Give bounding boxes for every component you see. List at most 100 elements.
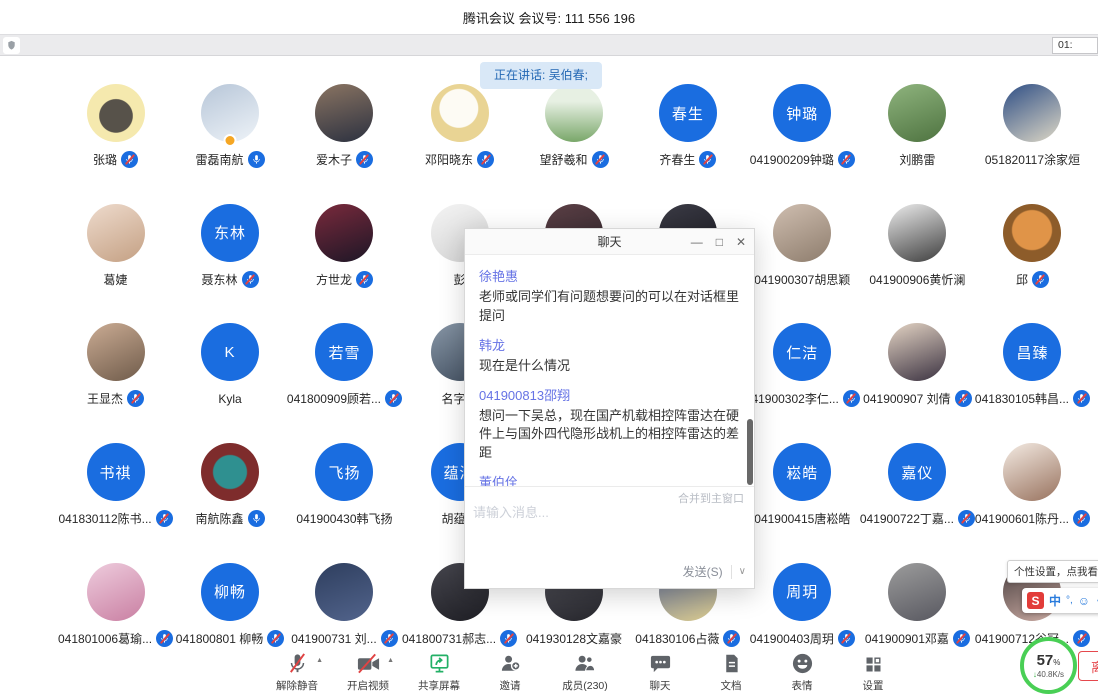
participant-tile[interactable]: 书祺 041830112陈书... xyxy=(58,443,173,563)
participant-name: 041900907 刘倩 xyxy=(863,390,950,407)
participant-tile[interactable]: 望舒羲和 xyxy=(517,84,631,204)
participant-tile[interactable]: 嘉仪 041900722丁嘉... xyxy=(860,443,975,563)
participant-tile[interactable]: 爱木子 xyxy=(287,84,402,204)
bottom-toolbar: 解除静音 ▲ 开启视频 ▲ 共享屏幕 邀请 成员(230) 聊天 xyxy=(268,650,902,693)
participant-name-row: 聂东林 xyxy=(201,271,258,288)
participant-tile[interactable]: 葛婕 xyxy=(58,204,173,324)
mic-status-icon xyxy=(843,390,860,407)
ime-toolbar: S 中 °, ☺ xyxy=(1022,588,1098,613)
participant-tile[interactable]: 昌臻 041830105韩昌... xyxy=(975,323,1090,443)
participant-name: 041900731 刘... xyxy=(291,630,376,647)
participant-tile[interactable]: 方世龙 xyxy=(287,204,402,324)
chat-window-controls: — □ ✕ xyxy=(691,229,746,255)
emoji-button[interactable]: 表情 xyxy=(773,650,831,693)
participant-tile[interactable]: 041900307胡思颖 xyxy=(745,204,860,324)
chat-message-sender[interactable]: 董伯佺 xyxy=(479,472,740,486)
mic-status-icon xyxy=(838,151,855,168)
participant-tile[interactable]: 041900601陈丹... xyxy=(975,443,1090,563)
sogou-logo-icon[interactable]: S xyxy=(1027,592,1044,609)
participant-name: 041801006葛瑜... xyxy=(58,630,152,647)
merge-to-main-window-link[interactable]: 合并到主窗口 xyxy=(678,490,744,506)
mic-status-icon xyxy=(592,151,609,168)
maximize-icon[interactable]: □ xyxy=(716,236,723,248)
participant-tile[interactable]: 崧皓 041900415唐崧皓 xyxy=(745,443,860,563)
participant-tile[interactable]: 东林 聂东林 xyxy=(173,204,287,324)
chat-message-sender[interactable]: 韩龙 xyxy=(479,335,740,354)
avatar-initials: 周玥 xyxy=(786,581,818,602)
invite-button[interactable]: 邀请 xyxy=(481,650,539,693)
avatar: 若雪 xyxy=(315,323,373,381)
participant-name: 041830112陈书... xyxy=(58,510,151,527)
participant-tile[interactable]: 张璐 xyxy=(58,84,173,204)
participant-tile[interactable]: 刘鹏雷 xyxy=(860,84,975,204)
avatar: 春生 xyxy=(659,84,717,142)
shield-icon[interactable] xyxy=(3,37,20,54)
chat-scrollbar-thumb[interactable] xyxy=(747,419,753,485)
ime-punct-toggle[interactable]: °, xyxy=(1066,596,1073,606)
minimize-icon[interactable]: — xyxy=(691,236,703,248)
members-button[interactable]: 成员(230) xyxy=(552,650,618,693)
send-button[interactable]: 发送(S) xyxy=(683,563,731,580)
participant-tile[interactable]: 仁洁 041900302李仁... xyxy=(745,323,860,443)
participant-name-row: 041800909顾若... xyxy=(287,390,402,407)
network-quality-widget[interactable]: 57% ↓40.8K/s xyxy=(1020,637,1077,694)
participant-name-row: 041900415唐崧皓 xyxy=(754,510,850,527)
participant-tile[interactable]: 飞扬 041900430韩飞扬 xyxy=(287,443,402,563)
avatar xyxy=(201,443,259,501)
video-options-caret-icon[interactable]: ▲ xyxy=(387,657,394,664)
close-icon[interactable]: ✕ xyxy=(736,236,746,248)
participant-tile[interactable]: 钟璐 041900209钟璐 xyxy=(745,84,860,204)
participant-name-row: 041830105韩昌... xyxy=(975,390,1090,407)
chat-message-input[interactable] xyxy=(473,505,723,520)
participant-tile[interactable]: 041900907 刘倩 xyxy=(860,323,975,443)
chat-message-sender[interactable]: 徐艳惠 xyxy=(479,266,740,285)
participant-tile[interactable]: 邓阳晓东 xyxy=(402,84,517,204)
avatar xyxy=(1003,84,1061,142)
participant-name: 爱木子 xyxy=(316,151,352,168)
settings-button[interactable]: 设置 xyxy=(844,650,902,693)
docs-label: 文档 xyxy=(721,678,742,693)
participant-tile[interactable]: 041900906黄忻澜 xyxy=(860,204,975,324)
chat-button[interactable]: 聊天 xyxy=(631,650,689,693)
speaking-indicator: 正在讲话: 吴伯春; xyxy=(480,62,602,89)
unmute-button[interactable]: 解除静音 ▲ xyxy=(268,650,326,693)
participant-tile[interactable]: 南航陈鑫 xyxy=(173,443,287,563)
chat-header[interactable]: 聊天 — □ ✕ xyxy=(465,229,754,255)
window-titlebar: 腾讯会议 会议号: 111 556 196 xyxy=(0,0,1098,34)
chat-message-sender[interactable]: 041900813邵翔 xyxy=(479,385,740,404)
smiley-icon xyxy=(791,650,814,675)
participant-name-row: 望舒羲和 xyxy=(539,151,608,168)
leave-meeting-button[interactable]: 离开 xyxy=(1078,651,1098,681)
ime-tooltip: 个性设置，点我看看 xyxy=(1007,560,1098,583)
share-screen-button[interactable]: 共享屏幕 xyxy=(410,650,468,693)
participant-name-row: 041930128文嘉豪 xyxy=(526,630,622,647)
participant-name-row: 雷磊南航 xyxy=(195,151,264,168)
mic-status-icon xyxy=(156,510,173,527)
start-video-button[interactable]: 开启视频 ▲ xyxy=(339,650,397,693)
participant-name-row: 齐春生 xyxy=(659,151,716,168)
avatar-initials: 昌臻 xyxy=(1016,342,1048,363)
participant-tile[interactable]: 雷磊南航 xyxy=(173,84,287,204)
mic-status-icon xyxy=(958,510,975,527)
participant-tile[interactable]: 041801006葛瑜... xyxy=(58,563,173,683)
participant-tile[interactable]: 邱 xyxy=(975,204,1090,324)
participant-tile[interactable]: 051820117涂家烜 xyxy=(975,84,1090,204)
participant-name-row: Kyla xyxy=(218,390,241,407)
ime-emoji-icon[interactable]: ☺ xyxy=(1078,595,1090,607)
participant-tile[interactable]: 春生 齐春生 xyxy=(631,84,745,204)
participant-name: 齐春生 xyxy=(659,151,695,168)
participant-tile[interactable]: 若雪 041800909顾若... xyxy=(287,323,402,443)
send-options-caret-icon[interactable]: ∨ xyxy=(739,566,746,577)
participant-name-row: 041830112陈书... xyxy=(58,510,172,527)
avatar xyxy=(315,204,373,262)
mic-status-icon xyxy=(955,390,972,407)
avatar xyxy=(888,323,946,381)
ime-lang-toggle[interactable]: 中 xyxy=(1049,595,1061,607)
avatar xyxy=(315,84,373,142)
mic-options-caret-icon[interactable]: ▲ xyxy=(316,657,323,664)
emoji-label: 表情 xyxy=(792,678,813,693)
participant-name: 041900209钟璐 xyxy=(750,151,834,168)
participant-tile[interactable]: K Kyla xyxy=(173,323,287,443)
docs-button[interactable]: 文档 xyxy=(702,650,760,693)
participant-tile[interactable]: 王显杰 xyxy=(58,323,173,443)
